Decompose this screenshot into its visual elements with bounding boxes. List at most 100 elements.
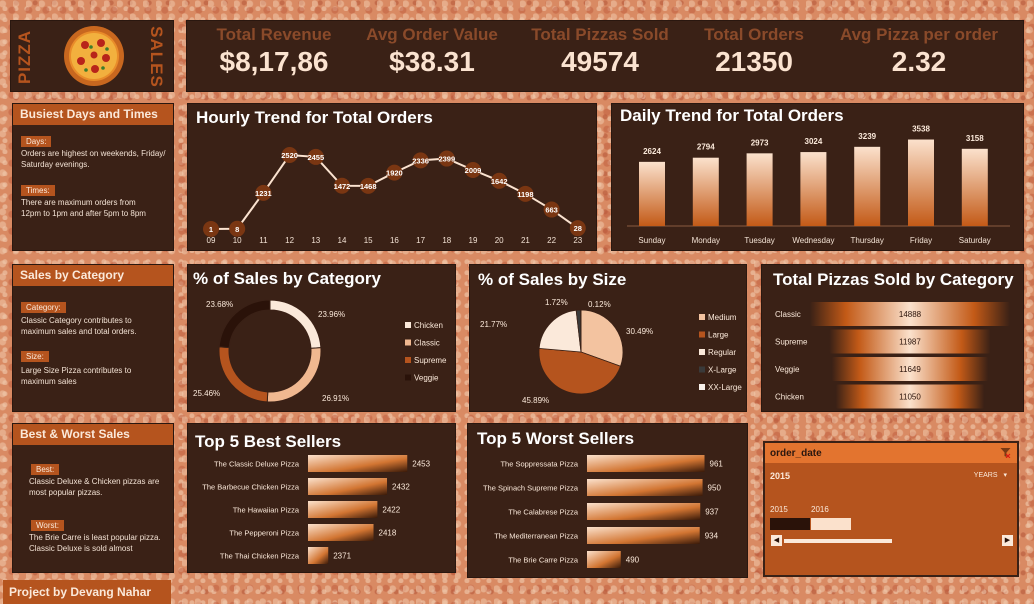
worst-category-label: The Mediterranean Pizza [494, 532, 579, 541]
best-bar [308, 478, 388, 495]
hourly-x-tick: 14 [338, 236, 347, 245]
slicer-year-label-2015: 2015 [770, 505, 788, 514]
daily-x-tick: Wednesday [792, 236, 834, 245]
daily-bar [854, 146, 881, 226]
filter-icon[interactable] [1000, 447, 1011, 458]
best-data-label: 2371 [333, 552, 351, 561]
daily-data-label: 3024 [805, 137, 823, 146]
slicer-scrollbar[interactable] [784, 539, 892, 543]
hourly-data-label: 1920 [386, 169, 403, 178]
category-legend-swatch [405, 339, 411, 346]
category-data-label: 23.68% [206, 300, 233, 309]
hourly-x-tick: 11 [259, 236, 268, 245]
best-text: Classic Deluxe & Chicken pizzas are most… [29, 477, 160, 497]
worst-bar [587, 479, 703, 496]
pizza-icon [64, 26, 124, 86]
hourly-chart-panel: Hourly Trend for Total Orders 1 09 8 10 1231… [187, 103, 597, 251]
slicer-year-2015-tile[interactable] [770, 518, 810, 530]
hourly-x-tick: 23 [573, 236, 582, 245]
category-legend-swatch [405, 374, 411, 381]
order-date-slicer: order_date 2015 YEARS ▾ 2015 2016 ◀ ▶ [763, 441, 1019, 577]
pizzas-by-category-panel: Total Pizzas Sold by Category 14888 Class… [761, 264, 1024, 412]
size-legend-label: Regular [708, 348, 736, 357]
best-bar [308, 524, 374, 541]
category-donut-chart: 23.96% 26.91% 25.46% 23.68% Chicken Classic Su… [193, 299, 447, 403]
hourly-data-label: 8 [235, 225, 239, 234]
worst-bar [587, 503, 701, 520]
category-data-label: 26.91% [322, 394, 349, 403]
hourly-data-label: 2399 [438, 155, 455, 164]
worst-data-label: 950 [708, 484, 722, 493]
size-legend-swatch [699, 314, 705, 320]
worst-sellers-panel: Top 5 Worst Sellers 961 The Soppressata P… [467, 423, 748, 578]
times-text: There are maximum orders from 12pm to 1p… [21, 198, 146, 218]
pizzas-by-category-chart: 14888 Classic 11987 Supreme 11649 Veggie 11050… [775, 302, 1010, 409]
worst-sellers-chart: 961 The Soppressata Pizza 950 The Spinach S… [483, 455, 724, 568]
daily-data-label: 3538 [912, 125, 930, 134]
funnel-data-label: 14888 [899, 310, 922, 319]
footer-credit: Project by Devang Nahar [3, 580, 171, 604]
size-legend-label: X-Large [708, 366, 737, 375]
worst-data-label: 934 [705, 532, 719, 541]
size-legend-label: Medium [708, 313, 737, 322]
size-data-label: 45.89% [522, 396, 549, 405]
slicer-title: order_date [765, 443, 1017, 463]
category-donut-panel: % of Sales by Category 23.96% 26.91% 25.46… [187, 264, 456, 412]
slicer-period-dropdown[interactable]: YEARS ▾ [974, 471, 1007, 479]
kpi-value-total-orders: 21350 [715, 46, 793, 77]
daily-chart-panel: Daily Trend for Total Orders 2624 Sunday 2… [611, 103, 1024, 251]
daily-data-label: 2794 [697, 143, 715, 152]
slicer-scroll-right-button[interactable]: ▶ [1002, 535, 1013, 546]
category-tag: Category: [21, 302, 66, 313]
hourly-data-label: 2009 [465, 166, 482, 175]
worst-data-label: 937 [705, 508, 719, 517]
hourly-x-tick: 15 [364, 236, 373, 245]
category-legend-label: Classic [414, 339, 440, 348]
hourly-data-label: 2520 [281, 151, 298, 160]
category-legend-label: Veggie [414, 374, 439, 383]
slicer-period-label: YEARS [973, 472, 998, 479]
funnel-data-label: 11987 [899, 338, 921, 347]
bestworst-title: Best & Worst Sales [13, 424, 173, 445]
daily-x-tick: Friday [910, 236, 932, 245]
category-slice [218, 346, 269, 403]
best-data-label: 2453 [412, 460, 430, 469]
size-pie-panel: % of Sales by Size 30.49% 45.89% 21.77% 1.7… [469, 264, 747, 412]
daily-x-tick: Sunday [638, 236, 665, 245]
hourly-data-label: 1472 [334, 182, 351, 191]
slicer-scroll-left-button[interactable]: ◀ [771, 535, 782, 546]
funnel-data-label: 11050 [899, 393, 921, 402]
chevron-down-icon: ▾ [1003, 472, 1007, 479]
best-bar [308, 547, 329, 564]
size-text: Large Size Pizza contributes to maximum … [21, 366, 132, 386]
hourly-data-label: 1468 [360, 182, 377, 191]
kpi-label-avg-pizza: Avg Pizza per order [839, 25, 999, 44]
worst-data-label: 961 [710, 460, 724, 469]
size-tag: Size: [21, 351, 49, 362]
hourly-data-label: 28 [574, 224, 582, 233]
hourly-x-tick: 21 [521, 236, 530, 245]
funnel-category-label: Veggie [775, 365, 800, 374]
logo-text-pizza: PIZZA [15, 29, 34, 85]
days-text: Orders are highest on weekends, Friday/ … [21, 149, 166, 169]
daily-data-label: 2624 [643, 147, 661, 156]
funnel-category-label: Classic [775, 310, 801, 319]
daily-bar [800, 152, 827, 226]
busiest-panel: Busiest Days and Times Days: Orders are … [12, 103, 174, 251]
hourly-x-tick: 18 [442, 236, 451, 245]
daily-bar [746, 153, 773, 226]
size-data-label: 21.77% [480, 320, 507, 329]
hourly-x-tick: 13 [311, 236, 320, 245]
size-data-label: 30.49% [626, 327, 653, 336]
hourly-data-label: 2455 [307, 153, 324, 162]
slicer-year-2016-tile[interactable] [811, 518, 851, 530]
times-tag: Times: [21, 185, 55, 196]
size-legend-label: Large [708, 331, 729, 340]
daily-bar [639, 161, 665, 226]
best-bar [308, 455, 408, 472]
worst-category-label: The Brie Carre Pizza [508, 556, 578, 565]
best-category-label: The Pepperoni Pizza [229, 529, 299, 538]
daily-x-tick: Tuesday [744, 236, 774, 245]
best-data-label: 2418 [379, 529, 397, 538]
worst-bar [587, 551, 621, 568]
